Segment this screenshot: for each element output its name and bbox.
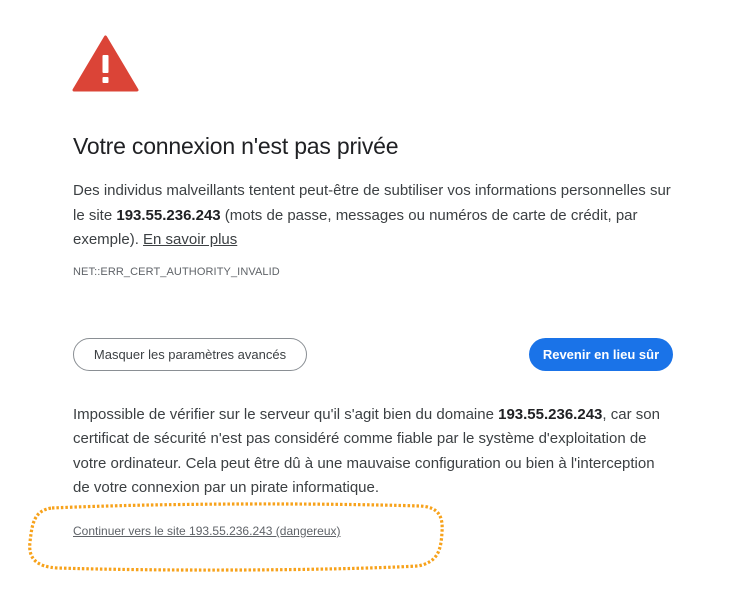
learn-more-link[interactable]: En savoir plus <box>143 231 237 248</box>
proceed-unsafe-link[interactable]: Continuer vers le site 193.55.236.243 (d… <box>73 524 341 538</box>
page-title: Votre connexion n'est pas privée <box>73 133 399 159</box>
error-code: NET::ERR_CERT_AUTHORITY_INVALID <box>73 266 280 278</box>
details-text: Impossible de vérifier sur le serveur qu… <box>73 403 673 500</box>
intro-host: 193.55.236.243 <box>116 206 221 224</box>
warning-triangle-icon <box>72 35 139 92</box>
hide-advanced-button[interactable]: Masquer les paramètres avancés <box>73 338 307 371</box>
back-to-safety-button[interactable]: Revenir en lieu sûr <box>529 338 673 371</box>
interstitial-page: Votre connexion n'est pas privée Des ind… <box>0 0 730 601</box>
details-text-part1: Impossible de vérifier sur le serveur qu… <box>73 406 499 423</box>
intro-text: Des individus malveillants tentent peut-… <box>73 179 683 253</box>
details-host: 193.55.236.243 <box>498 406 603 423</box>
